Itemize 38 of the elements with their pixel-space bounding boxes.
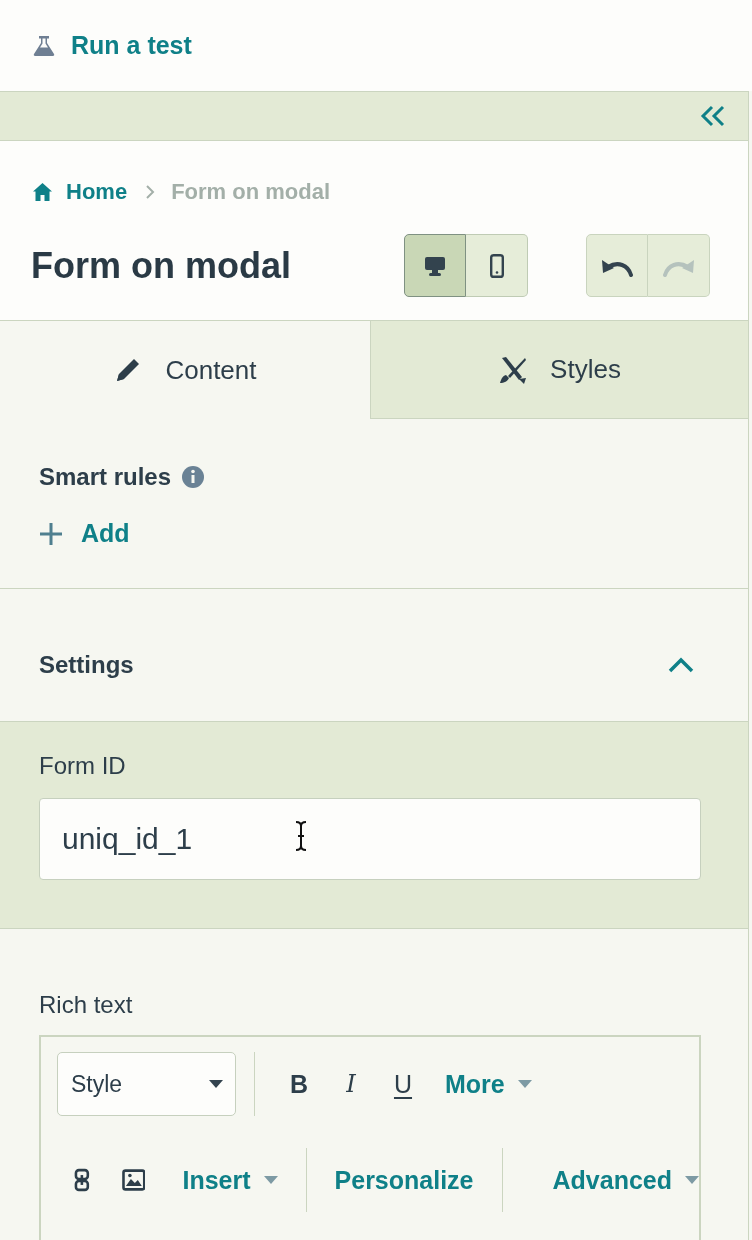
bold-button[interactable]: B (273, 1069, 325, 1099)
menu-button[interactable]: More (445, 1069, 532, 1099)
home-icon (33, 183, 52, 201)
chevron-right-icon (145, 185, 156, 199)
menu-button[interactable]: Insert (182, 1165, 278, 1195)
image-icon[interactable] (121, 1169, 146, 1191)
breadcrumb-current: Form on modal (171, 179, 330, 205)
brush-and-pen-icon (498, 354, 529, 385)
collapse-icon[interactable] (700, 105, 726, 127)
settings-heading: Settings (39, 651, 134, 679)
undo-button[interactable] (586, 234, 648, 297)
mobile-phone-icon (489, 253, 504, 278)
toolbar-button[interactable]: Personalize (334, 1165, 474, 1195)
style-dropdown[interactable]: Style (57, 1052, 236, 1116)
chevron-up-icon[interactable] (668, 657, 694, 673)
rich-text-label: Rich text (39, 991, 133, 1019)
mobile-view-button[interactable] (466, 234, 528, 297)
text-cursor-icon (294, 820, 308, 852)
form-id-label: Form ID (39, 752, 126, 780)
italic-button[interactable]: I (325, 1070, 377, 1098)
info-icon[interactable] (181, 465, 206, 489)
caret-icon (209, 1080, 223, 1088)
smart-rules-label: Smart rules (39, 463, 172, 491)
caret-icon (263, 1176, 278, 1184)
run-test-link[interactable]: Run a test (33, 31, 192, 60)
add-button[interactable]: Add (39, 519, 130, 548)
home-link[interactable]: Home (33, 179, 128, 205)
caret-icon (685, 1176, 699, 1184)
form-id-input[interactable]: uniq_id_1 (39, 798, 701, 880)
flask-icon (33, 34, 55, 57)
tab[interactable]: Styles (370, 321, 748, 419)
rich-text-editor[interactable]: Style B I U More Insert Personalize Advanced (39, 1035, 701, 1240)
caret-icon (517, 1080, 532, 1088)
underline-button[interactable]: U (377, 1069, 429, 1099)
menu-button[interactable]: Advanced (552, 1165, 699, 1195)
page-title: Form on modal (31, 244, 292, 287)
desktop-view-button[interactable] (404, 234, 466, 297)
plus-icon (39, 521, 63, 546)
